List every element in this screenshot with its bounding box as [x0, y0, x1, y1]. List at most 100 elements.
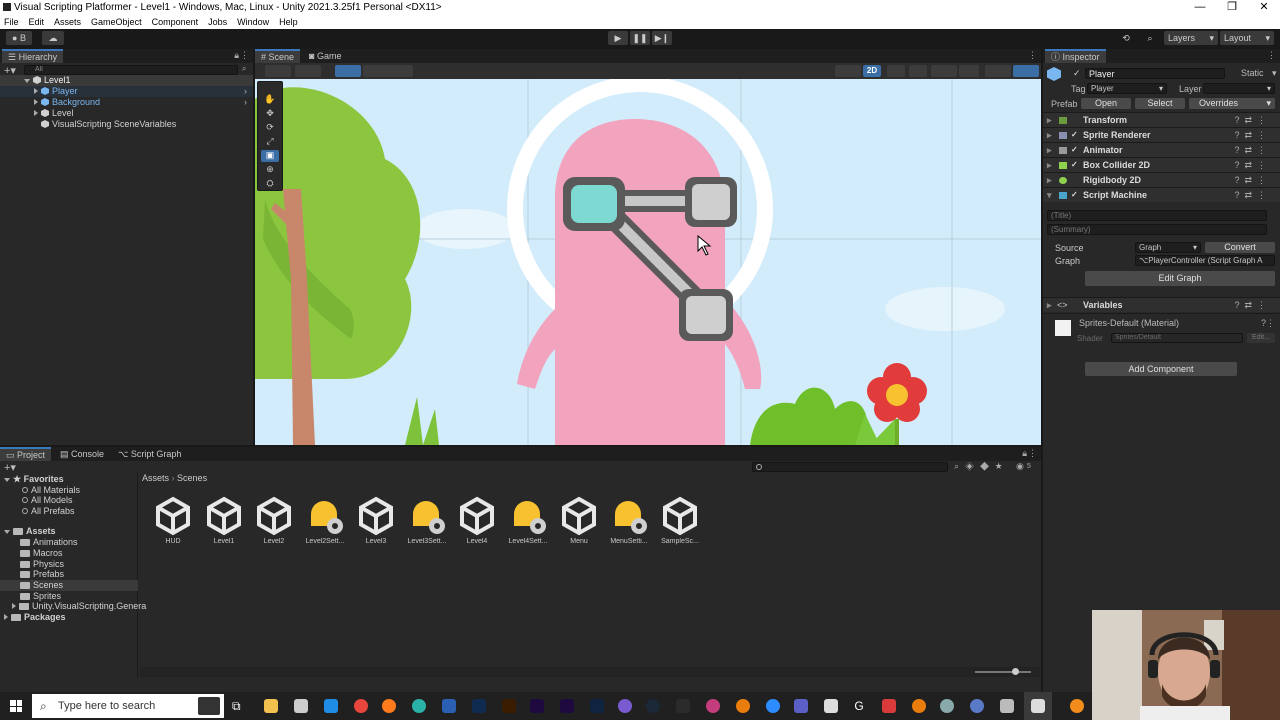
- store-icon[interactable]: [294, 699, 308, 713]
- prefab-open-button[interactable]: Open: [1081, 98, 1131, 109]
- breadcrumb-assets[interactable]: Assets: [142, 473, 169, 483]
- epic-games-icon[interactable]: [676, 699, 690, 713]
- folder-scenes[interactable]: Scenes: [0, 580, 138, 591]
- audio-toggle-icon[interactable]: [909, 65, 927, 77]
- layout-dropdown[interactable]: Layout ▾: [1220, 31, 1274, 45]
- menu-assets[interactable]: Assets: [54, 17, 81, 27]
- component-actions[interactable]: ?⇄⋮: [1234, 188, 1271, 203]
- expand-arrow-icon[interactable]: ▸: [1047, 173, 1052, 188]
- favorite-all-models[interactable]: All Models: [0, 495, 73, 506]
- hierarchy-search-input[interactable]: All: [24, 65, 238, 75]
- premiere-icon[interactable]: [530, 699, 544, 713]
- menu-window[interactable]: Window: [237, 17, 269, 27]
- prefab-select-button[interactable]: Select: [1135, 98, 1185, 109]
- hidden-packages-icon[interactable]: ◉: [1016, 461, 1024, 472]
- app-orange-icon[interactable]: [1070, 699, 1084, 713]
- steam-icon[interactable]: [646, 699, 660, 713]
- edit-graph-button[interactable]: Edit Graph: [1085, 271, 1275, 286]
- illustrator-icon[interactable]: [502, 699, 516, 713]
- asset-scene[interactable]: Level1: [201, 496, 247, 548]
- taskbar-search-input[interactable]: ⌕ Type here to search: [32, 694, 224, 718]
- asset-lighting-settings[interactable]: Level4Sett...: [505, 496, 551, 548]
- enabled-checkbox[interactable]: ✓: [1071, 146, 1079, 154]
- tag-dropdown[interactable]: Player ▾: [1087, 83, 1167, 94]
- component-script-machine[interactable]: ▾ ✓ Script Machine ?⇄⋮: [1043, 187, 1280, 202]
- expand-arrow-icon[interactable]: [12, 603, 16, 609]
- kebab-menu-icon[interactable]: ⋮: [1028, 50, 1037, 61]
- account-dropdown[interactable]: ● B: [6, 31, 32, 45]
- packages-row[interactable]: Packages: [0, 612, 66, 623]
- file-explorer-icon[interactable]: [264, 699, 278, 713]
- component-actions[interactable]: ?⇄⋮: [1234, 298, 1271, 313]
- unity-taskbar-button[interactable]: [1024, 692, 1052, 720]
- expand-arrow-icon[interactable]: [34, 99, 38, 105]
- expand-arrow-icon[interactable]: [24, 79, 30, 83]
- asset-scene[interactable]: Level4: [454, 496, 500, 548]
- animate-icon[interactable]: [590, 699, 604, 713]
- photoshop-icon[interactable]: [472, 699, 486, 713]
- zoom-icon[interactable]: [766, 699, 780, 713]
- minimize-button[interactable]: —: [1184, 0, 1216, 15]
- chevron-right-icon[interactable]: ›: [244, 86, 247, 97]
- graph-object-field[interactable]: ⌥PlayerController (Script Graph A: [1135, 255, 1275, 266]
- assets-row[interactable]: Assets: [0, 526, 56, 537]
- component-actions[interactable]: ?⇄⋮: [1234, 158, 1271, 173]
- enabled-checkbox[interactable]: ✓: [1071, 161, 1079, 169]
- history-icon[interactable]: ⟲: [1116, 31, 1136, 45]
- blender-icon[interactable]: [736, 699, 750, 713]
- rect-tool-icon[interactable]: ▣: [261, 150, 279, 162]
- render-mode-dropdown[interactable]: [295, 65, 321, 77]
- word-icon[interactable]: [442, 699, 456, 713]
- hierarchy-item-player[interactable]: Player ›: [0, 86, 253, 97]
- folder-prefabs[interactable]: Prefabs: [0, 569, 64, 580]
- windows-start-icon[interactable]: [10, 700, 22, 712]
- layer-dropdown[interactable]: ▾: [1203, 83, 1275, 94]
- search-icon[interactable]: ⌕: [1140, 31, 1160, 45]
- object-name-field[interactable]: Player: [1085, 68, 1225, 79]
- play-icon[interactable]: ▶: [608, 31, 628, 45]
- task-view-icon[interactable]: ⧉: [232, 699, 246, 713]
- prefab-overrides-dropdown[interactable]: Overrides ▾: [1189, 98, 1275, 109]
- tab-console[interactable]: ▤ Console: [54, 447, 110, 461]
- draw-mode-dropdown[interactable]: [265, 65, 291, 77]
- material-preview[interactable]: [1055, 320, 1071, 336]
- increment-snap-dropdown[interactable]: [387, 65, 413, 77]
- expand-arrow-icon[interactable]: [4, 478, 10, 482]
- convert-button[interactable]: Convert: [1205, 242, 1275, 253]
- icon-size-slider-track[interactable]: [975, 671, 1031, 673]
- step-icon[interactable]: ▶❙: [652, 31, 672, 45]
- tab-project[interactable]: ▭ Project: [0, 447, 52, 461]
- kebab-menu-icon[interactable]: ⋮: [240, 50, 249, 61]
- filter-icon[interactable]: ⌕: [242, 64, 246, 74]
- tab-game[interactable]: ◙ Game: [303, 49, 347, 63]
- toggle-2d-button[interactable]: 2D: [863, 65, 881, 77]
- asset-scene[interactable]: Menu: [556, 496, 602, 548]
- asset-scene[interactable]: SampleSc...: [657, 496, 703, 548]
- enabled-checkbox[interactable]: ✓: [1071, 131, 1079, 139]
- hierarchy-scene-row[interactable]: Level1: [0, 75, 253, 86]
- move-tool-icon[interactable]: ✥: [261, 108, 279, 120]
- unity-hub-icon[interactable]: [824, 699, 838, 713]
- app-red-icon[interactable]: [882, 699, 896, 713]
- tab-scene[interactable]: # Scene: [255, 49, 301, 63]
- component-transform[interactable]: ▸ Transform ?⇄⋮: [1043, 112, 1280, 127]
- menu-file[interactable]: File: [4, 17, 19, 27]
- rotate-tool-icon[interactable]: ⟳: [261, 122, 279, 134]
- app-g-icon[interactable]: G: [852, 699, 866, 713]
- component-actions[interactable]: ?⇄⋮: [1234, 143, 1271, 158]
- effects-dropdown[interactable]: [931, 65, 957, 77]
- expand-arrow-icon[interactable]: ▸: [1047, 113, 1052, 128]
- pause-icon[interactable]: ❚❚: [630, 31, 650, 45]
- shader-edit-button[interactable]: Edit...: [1247, 333, 1275, 343]
- chevron-right-icon[interactable]: ›: [244, 97, 247, 108]
- layers-dropdown[interactable]: Layers ▾: [1164, 31, 1218, 45]
- gizmo-orientation-dropdown[interactable]: [835, 65, 861, 77]
- chrome-icon[interactable]: [354, 699, 368, 713]
- camera-dropdown[interactable]: [985, 65, 1011, 77]
- mail-icon[interactable]: [324, 699, 338, 713]
- component-box-collider-2d[interactable]: ▸ ✓ Box Collider 2D ?⇄⋮: [1043, 157, 1280, 172]
- expand-arrow-icon[interactable]: ▸: [1047, 298, 1052, 313]
- cloud-icon[interactable]: ☁: [42, 31, 64, 45]
- breadcrumb-scenes[interactable]: Scenes: [177, 473, 207, 483]
- shader-dropdown[interactable]: Sprites/Default: [1111, 333, 1243, 343]
